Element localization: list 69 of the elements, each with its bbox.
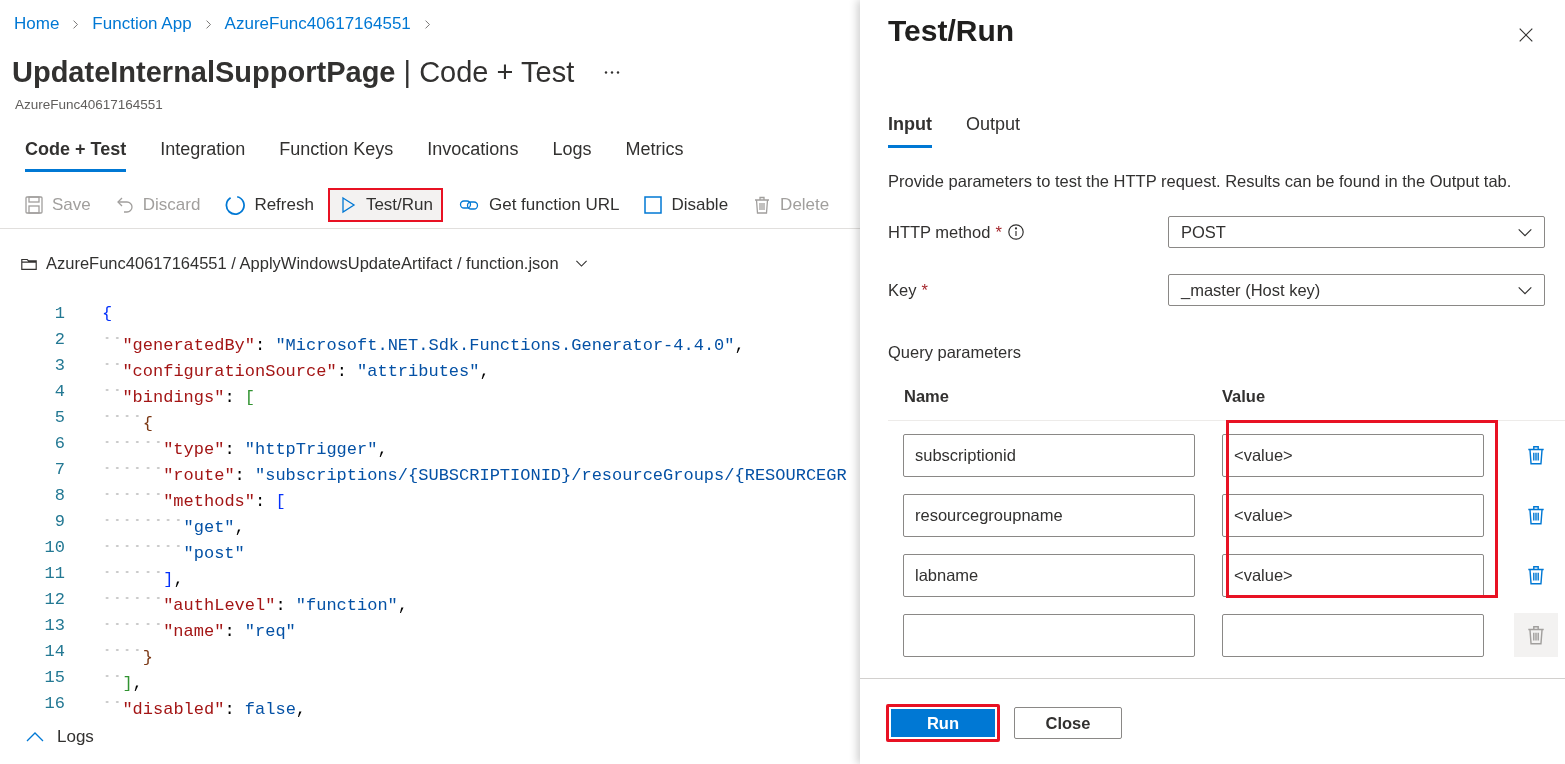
line-number: 7: [53, 459, 65, 479]
tab[interactable]: Logs: [552, 138, 592, 172]
page-subtitle: AzureFunc40617164551: [14, 96, 164, 112]
action-button[interactable]: Run: [886, 704, 1000, 742]
checkbox-icon: [643, 194, 664, 215]
breadcrumb-link[interactable]: AzureFunc40617164551: [224, 14, 411, 34]
panel-title: Test/Run: [888, 14, 1015, 48]
line-number: 11: [43, 563, 65, 583]
name-field[interactable]: labname: [903, 553, 1195, 597]
tab[interactable]: Input: [888, 114, 932, 148]
toolbar-button[interactable]: Get function URL: [447, 187, 630, 222]
name-field[interactable]: subscriptionid: [903, 433, 1195, 477]
tab[interactable]: Integration: [160, 138, 246, 172]
field-label: HTTP method: [888, 222, 991, 242]
line-number: 12: [43, 589, 65, 609]
column-header: Name: [904, 387, 950, 406]
toolbar-button[interactable]: Disable: [633, 187, 739, 222]
description-text: Provide parameters to test the HTTP request. Results can be found in the Output tab.: [887, 171, 1513, 191]
page-title: UpdateInternalSupportPage | Code + Test: [12, 55, 575, 89]
line-number: 9: [53, 511, 65, 531]
section-label: Query parameters: [887, 342, 1022, 362]
line-number: 5: [53, 407, 65, 427]
field-label: Key: [888, 280, 917, 300]
tab[interactable]: Metrics: [625, 138, 684, 172]
value-field[interactable]: <value>: [1222, 553, 1484, 597]
refresh-icon: [224, 193, 247, 216]
line-number: 3: [53, 355, 65, 375]
required-mark: *: [995, 222, 1002, 242]
trash-icon: [1525, 444, 1547, 466]
close-icon: [1517, 26, 1535, 44]
trash-icon: [1525, 624, 1547, 646]
line-number: 8: [53, 485, 65, 505]
dropdown[interactable]: _master (Host key): [1168, 274, 1545, 306]
trash-icon: [1525, 504, 1547, 526]
tab[interactable]: Invocations: [427, 138, 519, 172]
line-number: 2: [53, 329, 65, 349]
line-number: 13: [43, 615, 65, 635]
line-number: 1: [53, 303, 65, 323]
action-button[interactable]: Close: [1014, 707, 1122, 739]
name-field[interactable]: resourcegroupname: [903, 493, 1195, 537]
line-number: 4: [53, 381, 65, 401]
value-field[interactable]: <value>: [1222, 433, 1484, 477]
trash-icon: [1525, 564, 1547, 586]
name-field[interactable]: [903, 613, 1195, 657]
code-line: ],: [102, 557, 184, 589]
tab[interactable]: Function Keys: [279, 138, 394, 172]
code-line: {: [102, 303, 113, 323]
line-number: 6: [53, 433, 65, 453]
more-icon[interactable]: [604, 70, 621, 74]
tab[interactable]: Output: [966, 114, 1021, 148]
value-field[interactable]: [1222, 613, 1484, 657]
breadcrumb-link[interactable]: Function App: [92, 14, 192, 34]
required-mark: *: [921, 280, 928, 300]
code-line: "generatedBy": "Microsoft.NET.Sdk.Functions.Generator-4.4.0",: [102, 323, 745, 355]
save-icon: [24, 194, 44, 215]
line-number: 15: [43, 667, 65, 687]
logs-toggle[interactable]: Logs: [23, 727, 94, 747]
toolbar-button[interactable]: Test/Run: [327, 187, 443, 222]
column-header: Value: [1222, 387, 1267, 406]
line-number: 16: [43, 693, 65, 713]
line-number: 10: [43, 537, 65, 557]
value-field[interactable]: <value>: [1222, 493, 1484, 537]
line-number: 14: [43, 641, 65, 661]
dropdown[interactable]: POST: [1168, 216, 1545, 248]
breadcrumb-link[interactable]: Home: [14, 14, 60, 34]
toolbar-button[interactable]: Refresh: [214, 186, 324, 223]
file-path: AzureFunc40617164551 / ApplyWindowsUpdateArtifact / function.json: [46, 254, 559, 273]
code-line: "methods": [: [102, 479, 286, 511]
tab[interactable]: Code + Test: [25, 138, 127, 172]
